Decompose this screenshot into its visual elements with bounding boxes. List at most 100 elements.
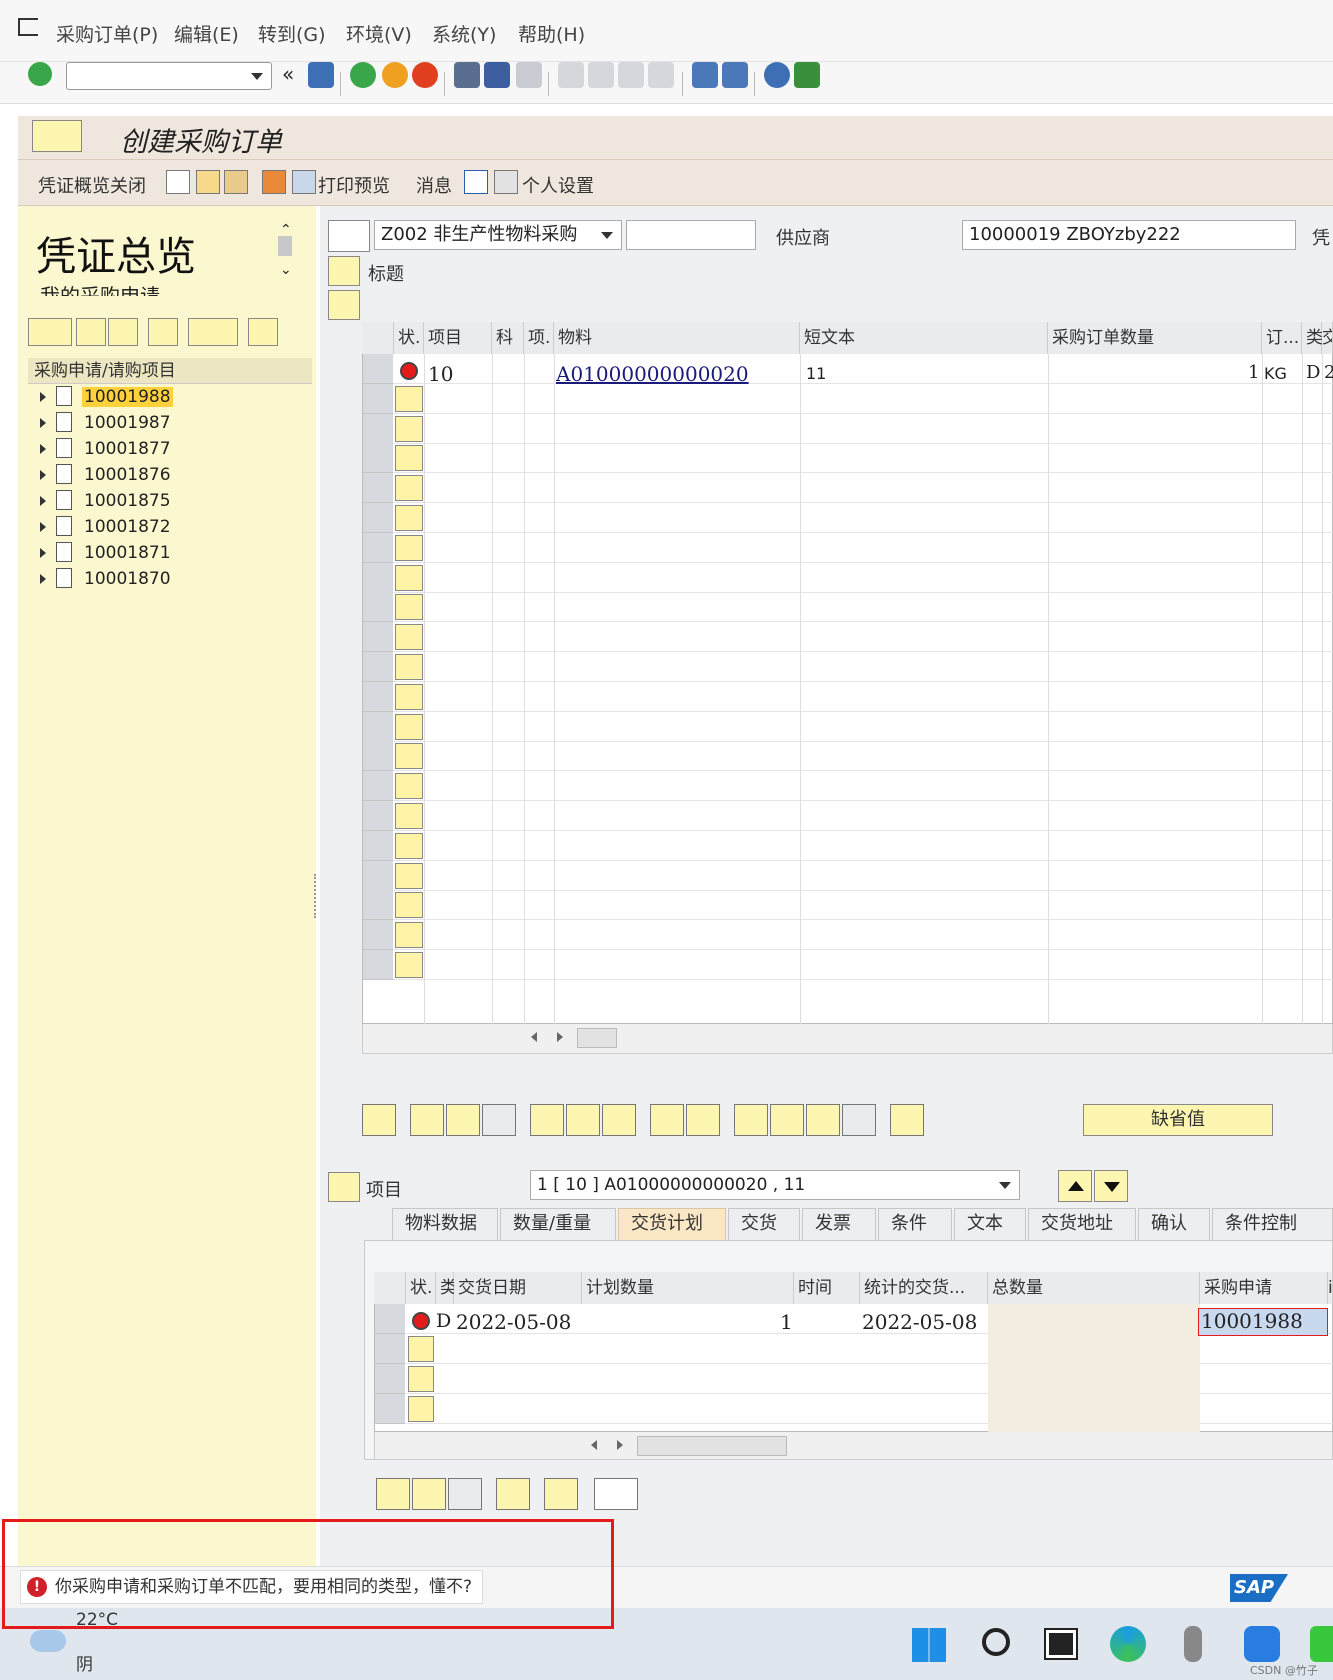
row-selector[interactable] <box>363 771 393 802</box>
selection-variant-icon[interactable] <box>28 318 72 346</box>
cart-icon[interactable] <box>328 220 370 252</box>
edge-icon[interactable] <box>1110 1626 1146 1662</box>
status-cell[interactable] <box>408 1366 434 1392</box>
print-preview-icon[interactable] <box>292 170 316 194</box>
insert-row-icon[interactable] <box>446 1104 480 1136</box>
copy-row-icon[interactable] <box>482 1104 516 1136</box>
check-icon[interactable] <box>262 170 286 194</box>
expand-icon[interactable] <box>40 392 46 402</box>
status-cell[interactable] <box>395 892 423 919</box>
purchase-requisition-field[interactable]: 10001988 <box>1198 1308 1328 1336</box>
status-cell[interactable] <box>395 624 423 651</box>
print-icon[interactable] <box>454 62 480 88</box>
tab-texts[interactable]: 文本 <box>954 1208 1026 1240</box>
status-cell[interactable] <box>395 952 423 978</box>
hand-icon[interactable] <box>890 1104 924 1136</box>
refresh-icon[interactable] <box>108 318 138 346</box>
delete-icon[interactable] <box>496 1478 530 1510</box>
tab-material-data[interactable]: 物料数据 <box>392 1208 498 1240</box>
column-header[interactable]: 类 <box>1302 322 1323 354</box>
row-selector[interactable] <box>363 622 393 653</box>
row-selector[interactable] <box>363 443 393 474</box>
status-cell[interactable] <box>395 654 423 680</box>
column-header[interactable]: 总数量 <box>988 1272 1200 1304</box>
expand-icon[interactable] <box>40 522 46 532</box>
first-page-icon[interactable] <box>558 62 584 88</box>
row-selector[interactable] <box>363 532 393 563</box>
previous-page-icon[interactable] <box>588 62 614 88</box>
filter-icon[interactable] <box>806 1104 840 1136</box>
row-selector-header[interactable] <box>374 1272 406 1304</box>
column-header[interactable]: 科 <box>492 322 524 354</box>
copy-row-icon[interactable] <box>448 1478 482 1510</box>
expand-icon[interactable] <box>40 470 46 480</box>
status-cell[interactable] <box>408 1396 434 1422</box>
status-cell[interactable] <box>395 832 423 859</box>
column-header[interactable]: 订... <box>1262 322 1302 354</box>
row-selector[interactable] <box>375 1364 405 1394</box>
status-cell[interactable] <box>395 773 423 800</box>
status-cell[interactable] <box>395 803 423 829</box>
status-cell[interactable] <box>395 683 423 710</box>
search-icon[interactable] <box>148 318 178 346</box>
row-selector[interactable] <box>363 950 393 980</box>
close-overview-button[interactable]: 凭证概览关闭 <box>38 172 146 198</box>
column-header[interactable]: 采购订单数量 <box>1048 322 1262 354</box>
schedule-horizontal-scrollbar[interactable] <box>374 1432 1333 1460</box>
status-cell[interactable] <box>395 415 423 442</box>
column-header[interactable]: 状. <box>394 322 424 354</box>
delivery-date[interactable]: 2022-05-08 <box>456 1310 571 1334</box>
cart-icon[interactable] <box>594 1478 638 1510</box>
row-selector[interactable] <box>363 741 393 772</box>
info-icon[interactable] <box>464 170 488 194</box>
status-cell[interactable] <box>395 862 423 889</box>
column-header[interactable]: 交 <box>1322 322 1333 354</box>
messages-button[interactable]: 消息 <box>416 172 452 198</box>
customize-layout-icon[interactable] <box>794 62 820 88</box>
print-preview-button[interactable]: 打印预览 <box>318 172 390 198</box>
find-icon[interactable] <box>484 62 510 88</box>
tab-quantity-weight[interactable]: 数量/重量 <box>500 1208 616 1240</box>
back-icon[interactable] <box>350 62 376 88</box>
start-icon[interactable] <box>912 1628 946 1662</box>
scrollbar-thumb[interactable] <box>577 1028 617 1048</box>
column-header[interactable]: 状. <box>406 1272 436 1304</box>
order-quantity[interactable]: 1 <box>1248 362 1259 383</box>
hierarchy-icon[interactable] <box>248 318 278 346</box>
grid-config-icon[interactable] <box>362 322 394 354</box>
status-cell[interactable] <box>395 445 423 472</box>
status-cell[interactable] <box>395 922 423 949</box>
next-item-button[interactable] <box>1094 1170 1128 1202</box>
scrollbar-thumb[interactable] <box>278 236 292 256</box>
menu-system[interactable]: 系统(Y) <box>432 20 496 47</box>
status-cell[interactable] <box>395 564 423 591</box>
column-header[interactable]: 类 <box>436 1272 457 1304</box>
column-header[interactable]: 项目 <box>424 322 492 354</box>
column-header[interactable]: 物料 <box>554 322 800 354</box>
menu-help[interactable]: 帮助(H) <box>518 20 585 47</box>
personal-settings-icon[interactable] <box>494 170 518 194</box>
tab-conditions[interactable]: 条件 <box>878 1208 952 1240</box>
menu-environment[interactable]: 环境(V) <box>346 20 412 47</box>
command-field[interactable] <box>66 62 272 90</box>
status-cell[interactable] <box>395 743 423 770</box>
dropdown-icon[interactable] <box>601 232 613 239</box>
row-selector[interactable] <box>363 830 393 861</box>
schedule-category[interactable]: D <box>436 1310 451 1332</box>
row-selector[interactable] <box>363 920 393 951</box>
exit-icon[interactable] <box>382 62 408 88</box>
menu-edit[interactable]: 编辑(E) <box>174 20 239 47</box>
scrollbar-thumb[interactable] <box>637 1436 787 1456</box>
scroll-left-icon[interactable] <box>531 1032 537 1042</box>
tab-delivery-address[interactable]: 交货地址 <box>1028 1208 1136 1240</box>
column-header[interactable]: i <box>1328 1272 1333 1304</box>
material-link[interactable]: A01000000000020 <box>556 362 749 386</box>
status-cell[interactable] <box>395 534 423 561</box>
extra-field[interactable]: 2 <box>1324 362 1333 383</box>
lock-icon[interactable] <box>566 1104 600 1136</box>
column-header[interactable]: 短文本 <box>800 322 1048 354</box>
row-selector[interactable] <box>375 1394 405 1424</box>
details-icon[interactable] <box>362 1104 396 1136</box>
menu-exit-icon[interactable] <box>18 18 38 36</box>
new-session-icon[interactable] <box>692 62 718 88</box>
